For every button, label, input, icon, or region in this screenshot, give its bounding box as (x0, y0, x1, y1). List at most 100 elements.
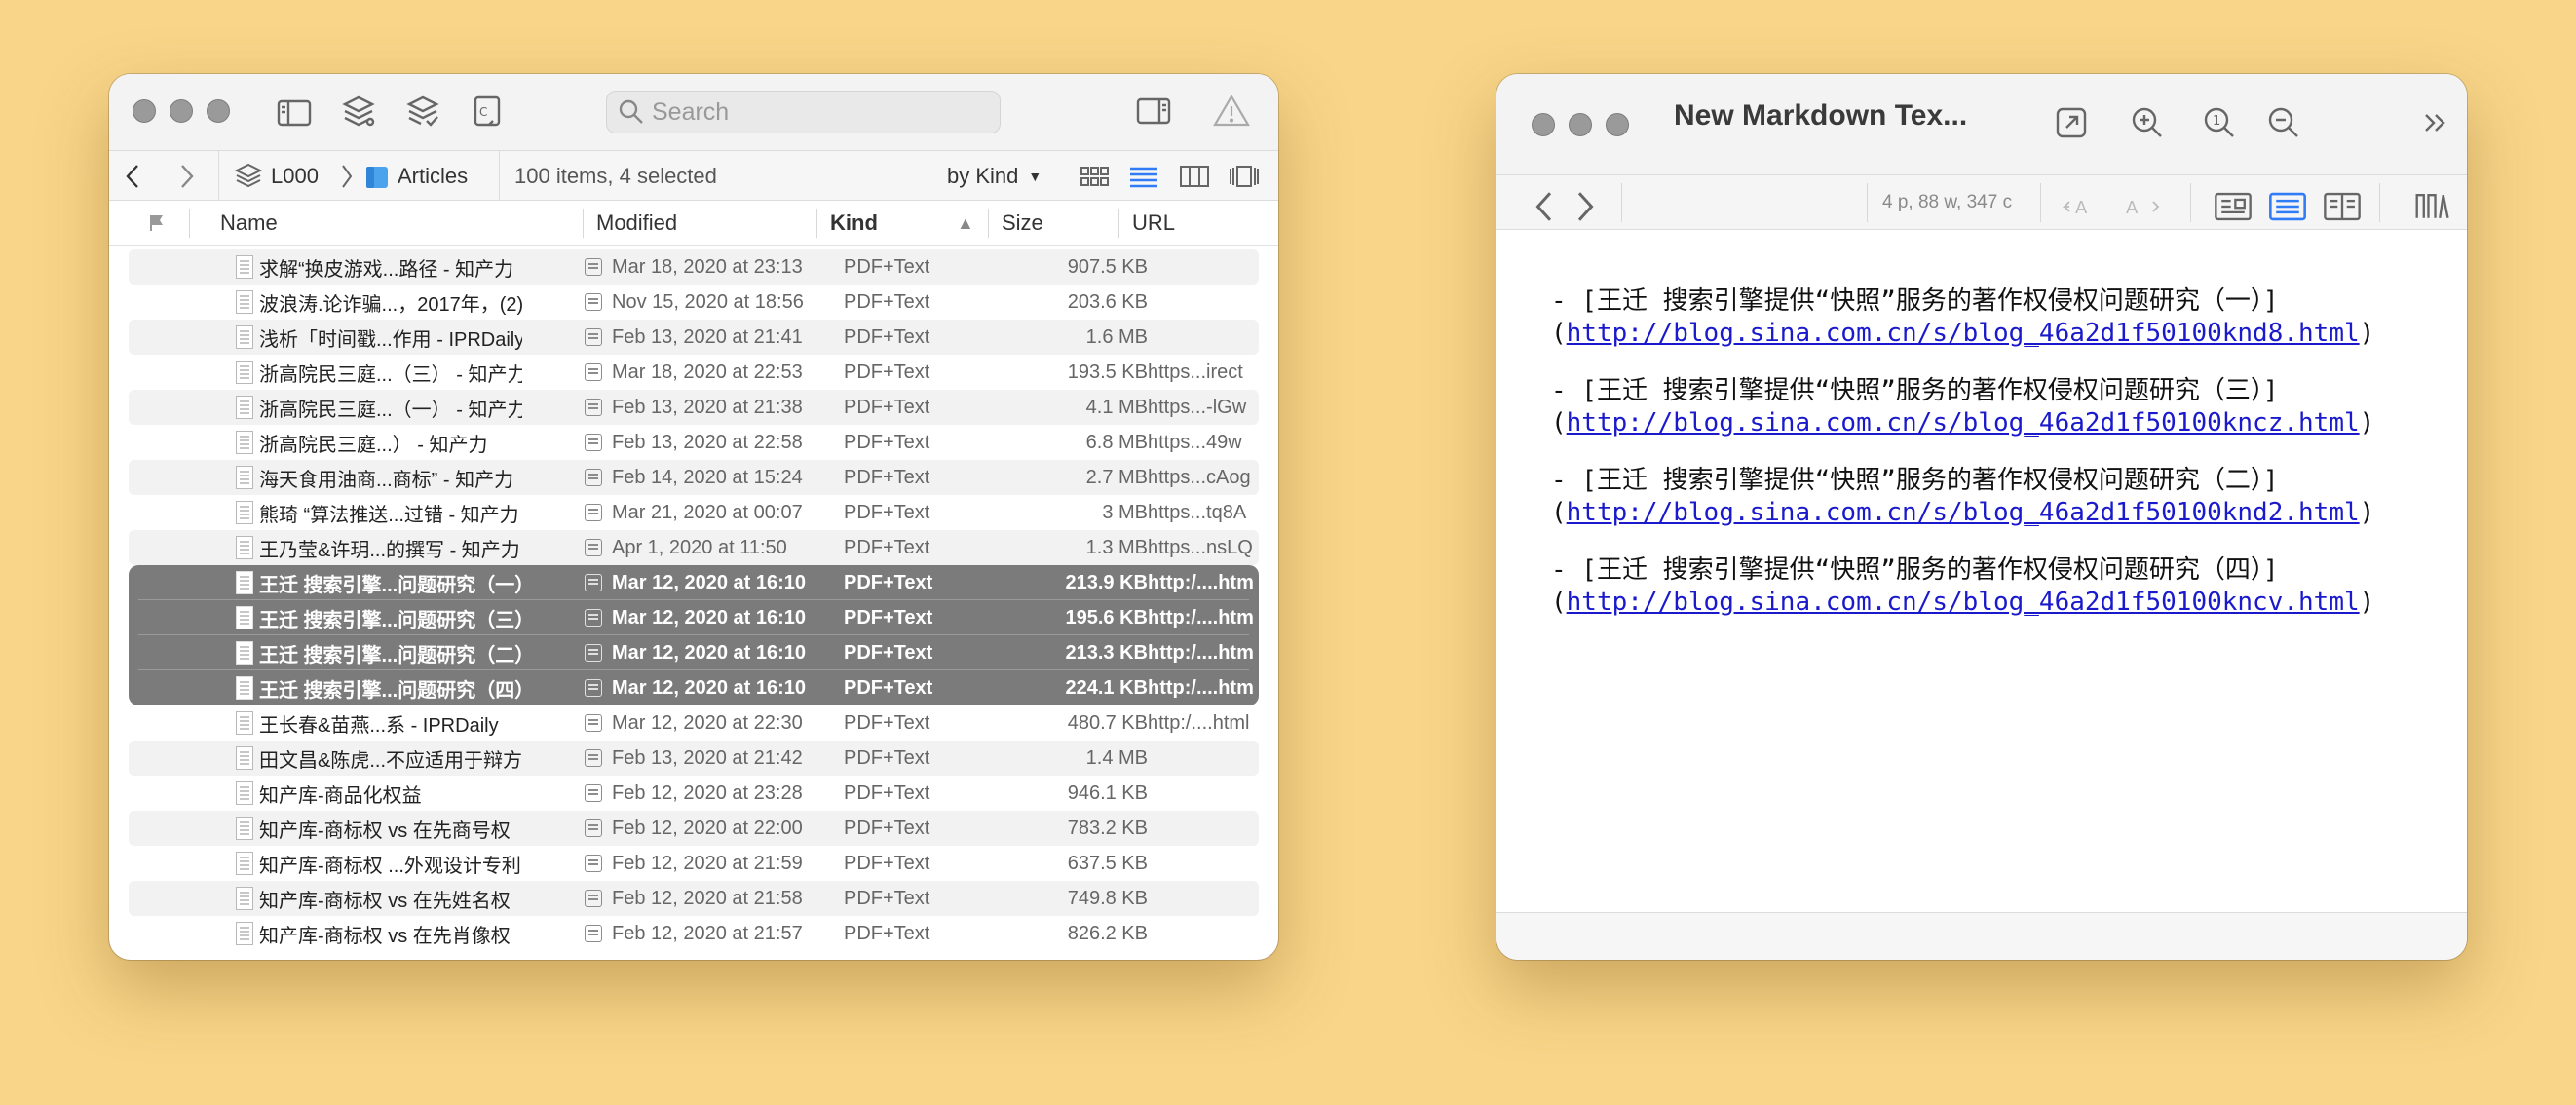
cell-kind: PDF+Text (844, 396, 930, 418)
file-row[interactable]: 知产库-商品化权益 Feb 12, 2020 at 23:28 PDF+Text 94… (129, 776, 1259, 811)
markdown-url-link[interactable]: http://blog.sina.com.cn/s/blog_46a2d1f50… (1567, 498, 2360, 527)
toolbar-overflow-icon[interactable] (2416, 103, 2455, 142)
column-url[interactable]: URL (1132, 201, 1175, 246)
file-row[interactable]: 知产库-商标权 vs 在先姓名权 Feb 12, 2020 at 21:58 PDF… (129, 881, 1259, 916)
cell-kind: PDF+Text (844, 746, 930, 769)
layers-check-icon[interactable] (403, 92, 442, 131)
close-paren: ) (2359, 319, 2375, 348)
minimize-button[interactable] (170, 99, 193, 123)
markdown-link-title: - [王迁 搜索引擎提供“快照”服务的著作权侵权问题研究（三）] (1551, 376, 2279, 405)
zoom-button[interactable] (207, 99, 230, 123)
file-list: 求解“换皮游戏...路径 - 知产力 Mar 18, 2020 at 23:13 P… (129, 249, 1259, 960)
icon-view-icon[interactable] (1080, 151, 1111, 202)
cell-kind: PDF+Text (844, 325, 930, 348)
file-row[interactable]: 王迁 搜索引擎...问题研究（一） Mar 12, 2020 at 16:10 PD… (129, 565, 1259, 600)
file-row[interactable]: 知产库-商标权 vs 在先商号权 Feb 12, 2020 at 22:00 PDF… (129, 811, 1259, 846)
text-format-icon[interactable] (2412, 187, 2451, 226)
forward-chevron-icon[interactable] (175, 151, 197, 202)
markdown-editor-window: New Markdown Tex... 1 4 p, 88 w, 347 c A (1496, 74, 2467, 960)
cell-modified: Feb 13, 2020 at 21:41 (612, 325, 803, 348)
markdown-url-link[interactable]: http://blog.sina.com.cn/s/blog_46a2d1f50… (1567, 319, 2360, 348)
column-modified[interactable]: Modified (596, 201, 677, 246)
file-row[interactable]: 王迁 搜索引擎...问题研究（四） Mar 12, 2020 at 16:10 PD… (129, 670, 1259, 705)
file-row[interactable]: 浅析「时间戳...作用 - IPRDaily Feb 13, 2020 at 21… (129, 320, 1259, 355)
cell-kind: PDF+Text (844, 852, 930, 874)
close-button[interactable] (133, 99, 156, 123)
forward-chevron-icon[interactable] (1565, 187, 1604, 226)
cell-modified: Apr 1, 2020 at 11:50 (612, 536, 787, 558)
actual-size-icon[interactable]: 1 (2200, 103, 2239, 142)
open-paren: ( (1551, 408, 1567, 438)
cell-size: 2.7 MB (1085, 466, 1148, 488)
list-view-icon[interactable] (1128, 151, 1159, 202)
pdf-text-icon (585, 855, 602, 872)
cell-kind: PDF+Text (844, 606, 933, 629)
cell-size: 224.1 KB (1065, 676, 1149, 699)
file-row[interactable]: 王迁 搜索引擎...问题研究（二） Mar 12, 2020 at 16:10 PD… (129, 635, 1259, 670)
document-ocr-icon[interactable]: C (468, 92, 507, 131)
document-thumbnail-icon (236, 852, 253, 875)
sidebar-toggle-icon[interactable] (275, 94, 314, 133)
markdown-preview[interactable]: - [王迁 搜索引擎提供“快照”服务的著作权侵权问题研究（一）] (http://… (1496, 230, 2467, 912)
pdf-text-icon (585, 644, 602, 662)
zoom-in-icon[interactable] (2128, 103, 2167, 142)
decrease-font-icon[interactable]: A (2062, 187, 2101, 226)
search-placeholder: Search (652, 97, 730, 126)
markdown-url-link[interactable]: http://blog.sina.com.cn/s/blog_46a2d1f50… (1567, 588, 2360, 617)
minimize-button[interactable] (1569, 113, 1592, 136)
warning-icon[interactable] (1212, 92, 1251, 131)
inspector-toggle-icon[interactable] (1134, 92, 1173, 131)
back-chevron-icon[interactable] (1526, 187, 1565, 226)
database-layers-icon[interactable] (339, 92, 378, 131)
document-thumbnail-icon (236, 466, 253, 489)
breadcrumb-group[interactable]: Articles (364, 151, 468, 202)
source-view-icon[interactable] (2214, 187, 2253, 226)
close-button[interactable] (1532, 113, 1555, 136)
open-external-icon[interactable] (2052, 103, 2091, 142)
search-field[interactable]: Search (606, 91, 1001, 133)
back-chevron-icon[interactable] (123, 151, 144, 202)
file-row[interactable]: 田文昌&陈虎...不应适用于辩方 Feb 13, 2020 at 21:42 PDF… (129, 741, 1259, 776)
cell-modified: Mar 12, 2020 at 16:10 (612, 676, 807, 699)
pdf-text-icon (585, 784, 602, 802)
file-row[interactable]: 王乃莹&许玥...的撰写 - 知产力 Apr 1, 2020 at 11:50 PD… (129, 530, 1259, 565)
close-paren: ) (2359, 588, 2375, 617)
file-row[interactable]: 海天食用油商...商标” - 知产力 Feb 14, 2020 at 15:24 P… (129, 460, 1259, 495)
file-row[interactable]: 求解“换皮游戏...路径 - 知产力 Mar 18, 2020 at 23:13 P… (129, 249, 1259, 285)
column-kind[interactable]: Kind (830, 201, 878, 246)
document-thumbnail-icon (236, 711, 253, 735)
zoom-out-icon[interactable] (2264, 103, 2303, 142)
zoom-button[interactable] (1606, 113, 1629, 136)
increase-font-icon[interactable]: A (2122, 187, 2161, 226)
cell-size: 946.1 KB (1067, 781, 1148, 804)
preview-view-icon[interactable] (2268, 187, 2307, 226)
file-row[interactable]: 浙高院民三庭...（三） - 知产力 Mar 18, 2020 at 22:53 P… (129, 355, 1259, 390)
file-row[interactable]: 波浪涛.论诈骗...，2017年，(2) Nov 15, 2020 at 18:5… (129, 285, 1259, 320)
column-size[interactable]: Size (1002, 201, 1043, 246)
window-controls (1532, 113, 1629, 136)
cell-size: 783.2 KB (1067, 817, 1148, 839)
sort-dropdown[interactable]: by Kind ▼ (947, 151, 1042, 202)
markdown-url-link[interactable]: http://blog.sina.com.cn/s/blog_46a2d1f50… (1567, 408, 2360, 438)
column-view-icon[interactable] (1179, 151, 1210, 202)
cell-kind: PDF+Text (844, 431, 930, 453)
markdown-link-title: - [王迁 搜索引擎提供“快照”服务的著作权侵权问题研究（一）] (1551, 286, 2279, 316)
cell-url (1148, 881, 1255, 916)
file-row[interactable]: 知产库-商标权 ...外观设计专利 Feb 12, 2020 at 21:59 PD… (129, 846, 1259, 881)
flag-column-icon[interactable] (148, 201, 166, 246)
cover-flow-icon[interactable] (1228, 151, 1261, 202)
file-row[interactable]: 浙高院民三庭...） - 知产力 Feb 13, 2020 at 22:58 PDF… (129, 425, 1259, 460)
file-row[interactable]: 王迁 搜索引擎...问题研究（三） Mar 12, 2020 at 16:10 PD… (129, 600, 1259, 635)
cell-url: https...nsLQ (1148, 536, 1253, 558)
column-name[interactable]: Name (220, 201, 278, 246)
split-view-icon[interactable] (2323, 187, 2362, 226)
file-row[interactable]: 熊琦 “算法推送...过错 - 知产力 Mar 21, 2020 at 00:07… (129, 495, 1259, 530)
cell-modified: Feb 12, 2020 at 23:28 (612, 781, 803, 804)
cell-size: 637.5 KB (1067, 852, 1148, 874)
file-row[interactable]: 王长春&苗燕...系 - IPRDaily Mar 12, 2020 at 22:… (129, 705, 1259, 741)
file-row[interactable]: 知产库-商标权 vs 在先肖像权 Feb 12, 2020 at 21:57 PDF… (129, 916, 1259, 951)
file-row[interactable]: 浙高院民三庭...（一） - 知产力 Feb 13, 2020 at 21:38 P… (129, 390, 1259, 425)
cell-name: 浙高院民三庭...） - 知产力 (259, 434, 488, 456)
cell-name: 田文昌&陈虎...不应适用于辩方 (259, 749, 522, 772)
breadcrumb-database[interactable]: L000 (232, 151, 319, 202)
